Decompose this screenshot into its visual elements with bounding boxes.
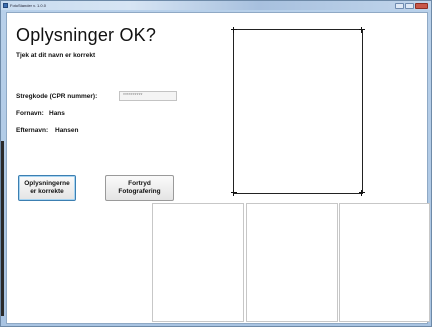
app-icon [3, 3, 8, 8]
page-subtitle: Tjek at dit navn er korrekt [16, 52, 96, 59]
barcode-label: Stregkode (CPR nummer): [16, 93, 98, 100]
lastname-value: Hansen [55, 127, 79, 134]
photo-preview-frame [231, 27, 365, 196]
page-title: Oplysninger OK? [16, 25, 157, 45]
photo-thumbnail-2[interactable] [246, 203, 338, 322]
confirm-info-button[interactable]: Oplysningerne er korrekte [18, 175, 76, 201]
crop-corner-icon [359, 190, 365, 196]
app-window: FotoStander v. 1.0.0 Oplysninger OK? Tje… [0, 0, 432, 327]
title-bar[interactable]: FotoStander v. 1.0.0 [1, 1, 431, 10]
window-left-edge [1, 141, 4, 316]
close-button[interactable] [415, 2, 428, 9]
cancel-photo-button[interactable]: Fortryd Fotografering [105, 175, 174, 201]
photo-thumbnail-3[interactable] [339, 203, 430, 322]
barcode-input[interactable]: ********** [119, 91, 177, 101]
firstname-label: Fornavn: [16, 110, 44, 117]
firstname-value: Hans [49, 110, 65, 117]
lastname-label: Efternavn: [16, 127, 49, 134]
crop-corner-icon [231, 27, 237, 33]
title-bar-decoration [52, 4, 389, 8]
crop-corner-icon [231, 190, 237, 196]
photo-thumbnail-1[interactable] [152, 203, 244, 322]
minimize-button[interactable] [395, 2, 404, 9]
window-controls [395, 2, 428, 9]
crop-corner-icon [359, 27, 365, 33]
window-title: FotoStander v. 1.0.0 [10, 3, 46, 8]
main-content: Oplysninger OK? Tjek at dit navn er korr… [6, 12, 430, 324]
maximize-button[interactable] [405, 2, 414, 9]
